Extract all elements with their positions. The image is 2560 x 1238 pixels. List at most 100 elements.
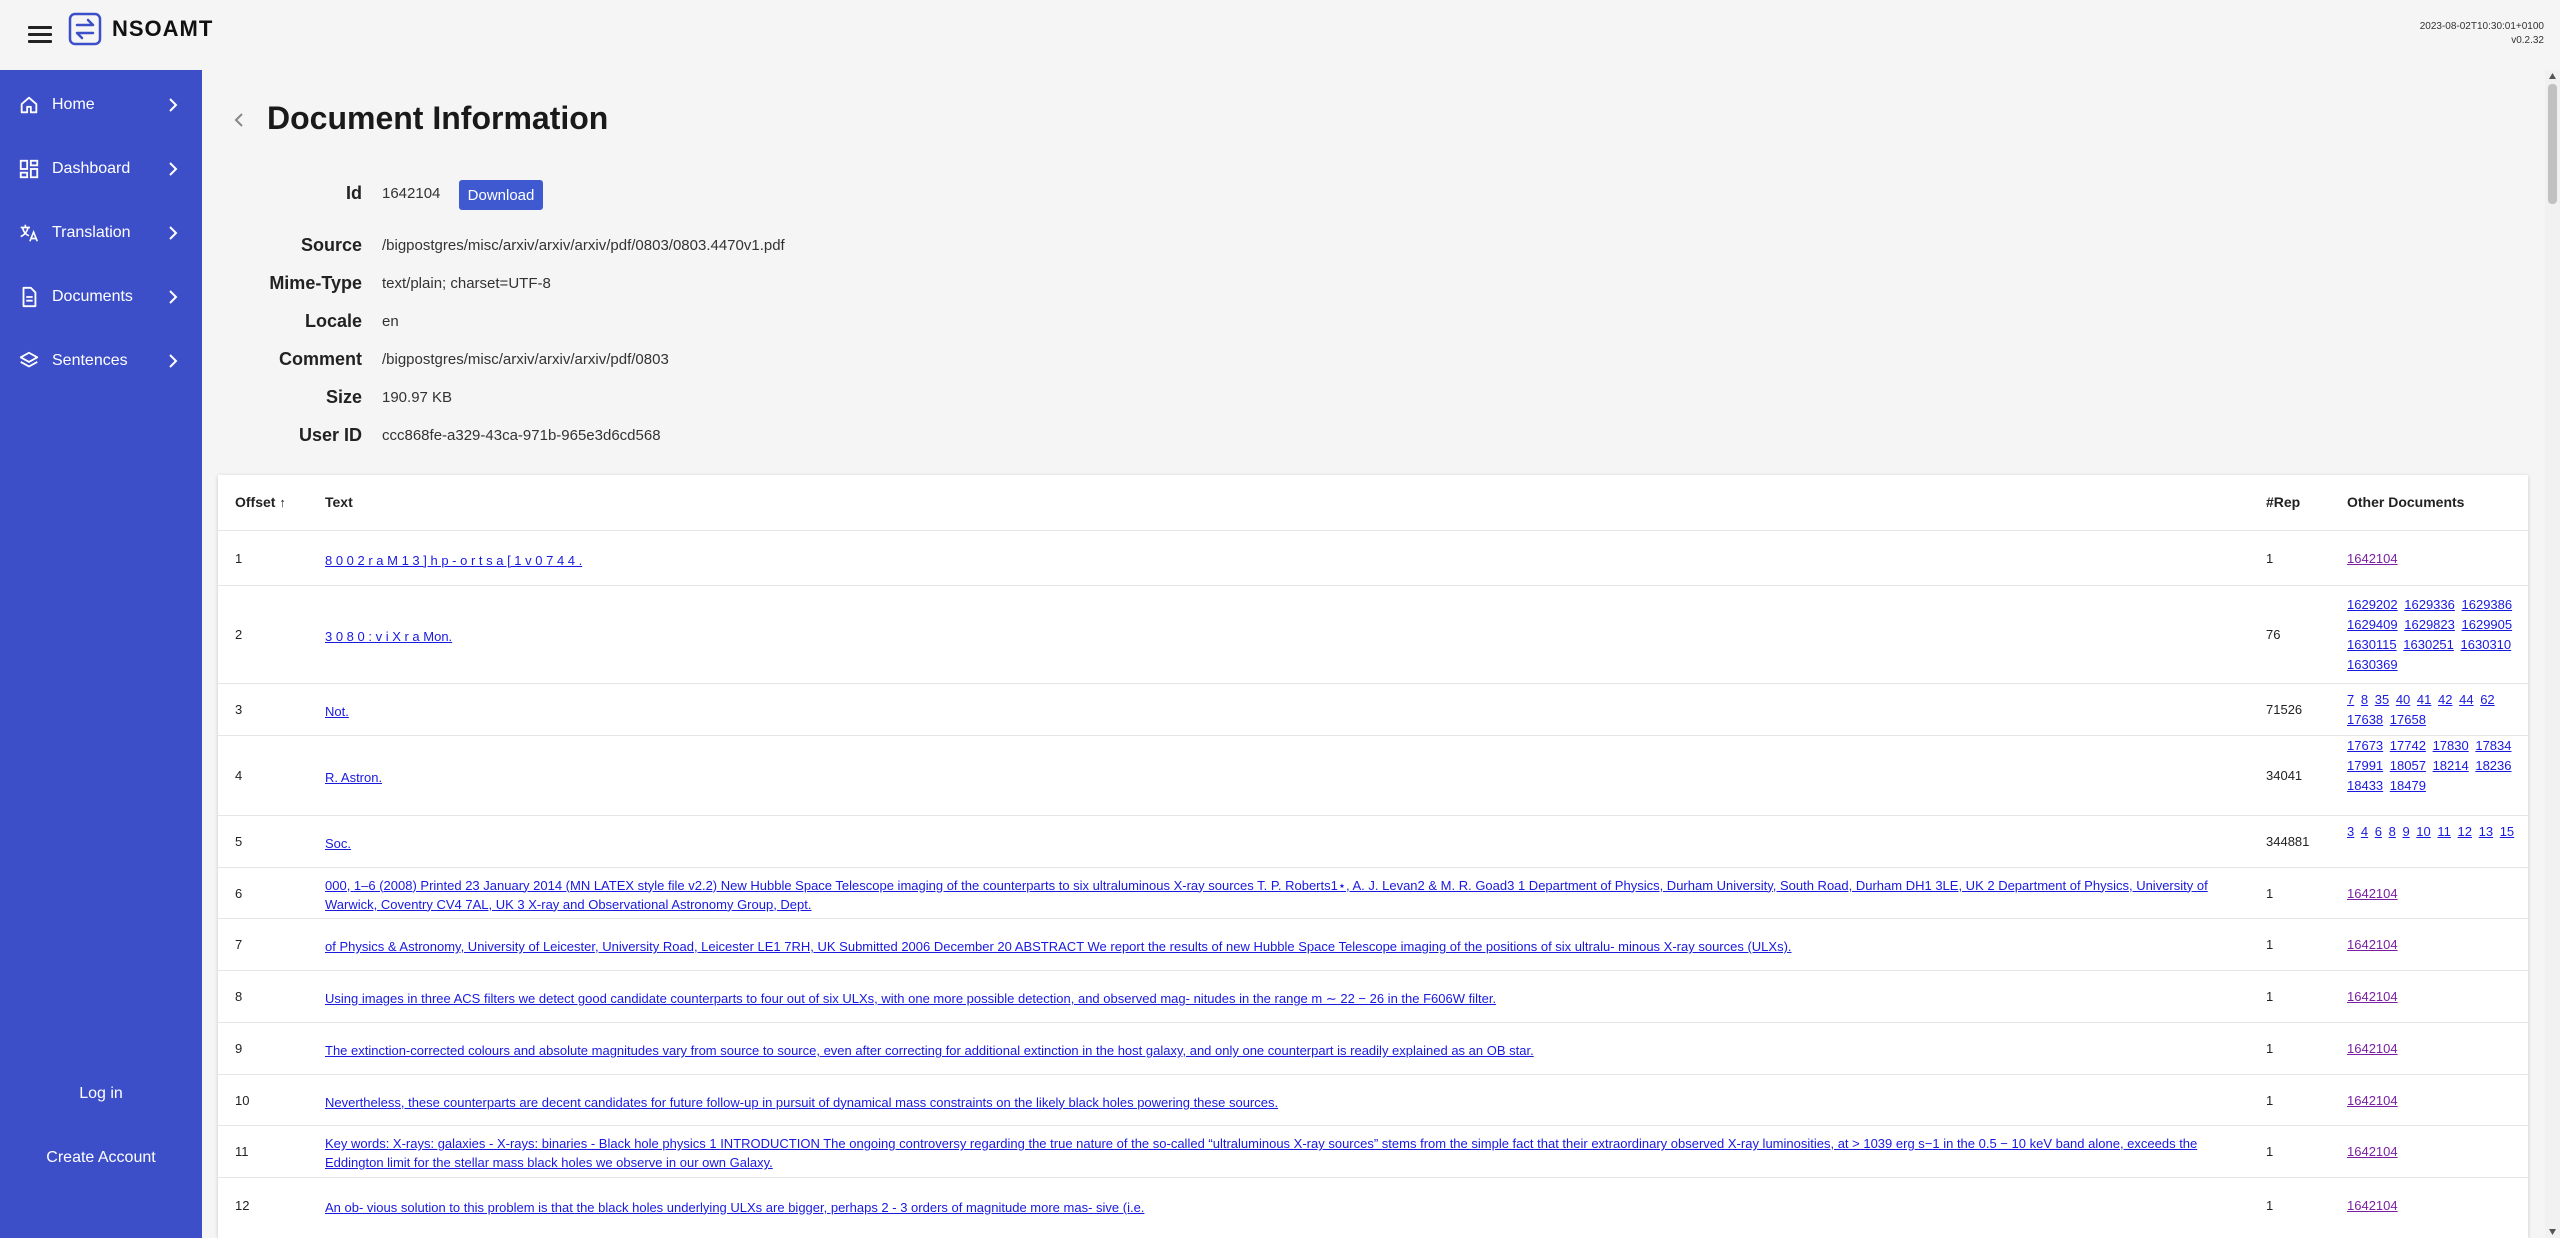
document-link[interactable]: 11: [2437, 824, 2451, 839]
sidebar-item-label: Documents: [52, 288, 133, 305]
offset-cell: 7: [235, 937, 243, 952]
document-link[interactable]: 17658: [2390, 712, 2426, 727]
document-link[interactable]: 44: [2459, 692, 2473, 707]
document-link[interactable]: 1630115: [2347, 637, 2397, 652]
column-header-offset[interactable]: Offset ↑: [235, 475, 286, 530]
column-header-rep: #Rep: [2266, 494, 2301, 510]
text-cell: An ob- vious solution to this problem is…: [325, 1198, 2230, 1217]
sentence-link[interactable]: 3 0 8 0 : v i X r a Mon.: [325, 629, 452, 644]
rep-count-cell: 1: [2266, 550, 2274, 566]
app-version: v0.2.32: [2511, 35, 2544, 46]
document-link[interactable]: 1630310: [2461, 637, 2512, 652]
sentence-link[interactable]: Nevertheless, these counterparts are dec…: [325, 1095, 1278, 1110]
document-link[interactable]: 12: [2458, 824, 2472, 839]
back-chevron-icon[interactable]: [232, 113, 246, 127]
document-link[interactable]: 8: [2361, 692, 2368, 707]
document-link[interactable]: 9: [2402, 824, 2409, 839]
document-link[interactable]: 1629202: [2347, 597, 2398, 612]
scrollbar-thumb[interactable]: [2548, 84, 2557, 204]
document-link[interactable]: 1629409: [2347, 617, 2398, 632]
sentence-link[interactable]: Key words: X-rays: galaxies - X-rays: bi…: [325, 1136, 2197, 1170]
document-link[interactable]: 42: [2438, 692, 2452, 707]
document-link[interactable]: 1629823: [2404, 617, 2455, 632]
sentence-link[interactable]: Soc.: [325, 836, 351, 851]
scroll-up-arrow-icon[interactable]: [2548, 72, 2557, 80]
sentence-link[interactable]: Not.: [325, 704, 349, 719]
download-button[interactable]: Download: [459, 180, 543, 210]
document-link[interactable]: 17673: [2347, 738, 2383, 753]
document-link[interactable]: 4: [2361, 824, 2368, 839]
sort-ascending-icon[interactable]: ↑: [279, 495, 286, 510]
document-link[interactable]: 1630369: [2347, 657, 2398, 672]
document-link[interactable]: 1642104: [2347, 937, 2398, 952]
user-id-value: ccc868fe-a329-43ca-971b-965e3d6cd568: [382, 427, 661, 444]
text-cell: The extinction-corrected colours and abs…: [325, 1041, 2230, 1060]
sentence-link[interactable]: 8 0 0 2 r a M 1 3 ] h p - o r t s a [ 1 …: [325, 553, 582, 568]
sidebar-item-label: Translation: [52, 224, 131, 241]
document-link[interactable]: 40: [2396, 692, 2410, 707]
document-link[interactable]: 17834: [2475, 738, 2511, 753]
user-id-label: User ID: [298, 425, 362, 445]
sidebar-item-home[interactable]: Home: [0, 73, 202, 137]
document-link[interactable]: 17830: [2433, 738, 2469, 753]
document-link[interactable]: 8: [2389, 824, 2396, 839]
sentence-link[interactable]: 000, 1–6 (2008) Printed 23 January 2014 …: [325, 878, 2208, 912]
document-link[interactable]: 3: [2347, 824, 2354, 839]
sidebar-item-translation[interactable]: Translation: [0, 201, 202, 265]
sentence-link[interactable]: The extinction-corrected colours and abs…: [325, 1043, 1534, 1058]
sidebar-item-documents[interactable]: Documents: [0, 265, 202, 329]
document-link[interactable]: 17991: [2347, 758, 2383, 773]
sentence-link[interactable]: An ob- vious solution to this problem is…: [325, 1200, 1144, 1215]
other-documents-cell: 1642104: [2347, 935, 2522, 955]
source-value: /bigpostgres/misc/arxiv/arxiv/arxiv/pdf/…: [382, 237, 785, 254]
other-documents-cell: 1642104: [2347, 1196, 2522, 1216]
other-documents-cell: 7 8 35 40 41 42 44 62 17638 17658: [2347, 690, 2522, 730]
sentence-link[interactable]: R. Astron.: [325, 770, 382, 785]
text-cell: 3 0 8 0 : v i X r a Mon.: [325, 627, 2230, 646]
document-link[interactable]: 10: [2416, 824, 2430, 839]
document-link[interactable]: 41: [2417, 692, 2431, 707]
document-link[interactable]: 1642104: [2347, 1093, 2398, 1108]
sentence-link[interactable]: Using images in three ACS filters we det…: [325, 991, 1496, 1006]
menu-icon[interactable]: [28, 22, 52, 46]
document-link[interactable]: 6: [2375, 824, 2382, 839]
document-link[interactable]: 18057: [2390, 758, 2426, 773]
document-link[interactable]: 18236: [2475, 758, 2511, 773]
document-link[interactable]: 1642104: [2347, 886, 2398, 901]
build-info: 2023-08-02T10:30:01+0100 v0.2.32: [2420, 20, 2544, 48]
document-link[interactable]: 7: [2347, 692, 2354, 707]
scrollbar[interactable]: [2545, 70, 2560, 1238]
document-link[interactable]: 18214: [2433, 758, 2469, 773]
document-link[interactable]: 1642104: [2347, 551, 2398, 566]
column-header-label: Offset: [235, 494, 276, 510]
document-link[interactable]: 18479: [2390, 778, 2426, 793]
document-link[interactable]: 1630251: [2403, 637, 2454, 652]
document-link[interactable]: 1642104: [2347, 1144, 2398, 1159]
document-link[interactable]: 1629905: [2462, 617, 2513, 632]
size-value: 190.97 KB: [382, 389, 453, 406]
document-link[interactable]: 17638: [2347, 712, 2383, 727]
document-link[interactable]: 17742: [2390, 738, 2426, 753]
login-link[interactable]: Log in: [0, 1085, 202, 1103]
document-link[interactable]: 13: [2479, 824, 2493, 839]
document-link[interactable]: 15: [2500, 824, 2514, 839]
document-link[interactable]: 35: [2375, 692, 2389, 707]
home-icon: [20, 96, 38, 114]
document-link[interactable]: 18433: [2347, 778, 2383, 793]
scroll-down-arrow-icon[interactable]: [2548, 1228, 2557, 1236]
document-link[interactable]: 62: [2480, 692, 2494, 707]
sidebar-item-sentences[interactable]: Sentences: [0, 329, 202, 393]
other-documents-cell: 17673 17742 17830 17834 17991 18057 1821…: [2347, 736, 2522, 796]
document-link[interactable]: 1629386: [2462, 597, 2513, 612]
document-link[interactable]: 1629336: [2404, 597, 2455, 612]
create-account-link[interactable]: Create Account: [0, 1149, 202, 1167]
document-link[interactable]: 1642104: [2347, 1198, 2398, 1213]
text-cell: Nevertheless, these counterparts are dec…: [325, 1093, 2230, 1112]
document-link[interactable]: 1642104: [2347, 1041, 2398, 1056]
brand-name: NSOAMT: [112, 16, 214, 41]
table-row: 6 000, 1–6 (2008) Printed 23 January 2014…: [218, 867, 2528, 918]
document-link[interactable]: 1642104: [2347, 989, 2398, 1004]
sidebar-item-dashboard[interactable]: Dashboard: [0, 137, 202, 201]
sentence-link[interactable]: of Physics & Astronomy, University of Le…: [325, 939, 1792, 954]
offset-cell: 3: [235, 702, 243, 717]
